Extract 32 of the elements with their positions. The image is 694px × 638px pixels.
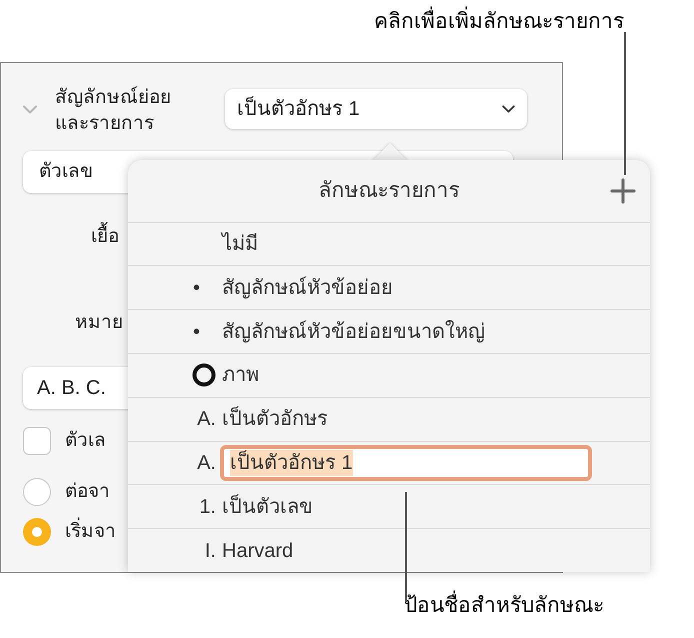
list-style-item[interactable]: สัญลักษณ์หัวข้อย่อยขนาดใหญ่	[222, 316, 485, 347]
list-style-item[interactable]: เป็นตัวอักษร	[222, 404, 328, 434]
section-label: สัญลักษณ์ย่อย และรายการ	[55, 85, 171, 136]
style-dropdown[interactable]: เป็นตัวอักษร 1	[225, 89, 527, 129]
style-name-input[interactable]: เป็นตัวอักษร 1	[220, 444, 592, 481]
ring-icon	[192, 363, 216, 388]
list-marker: 1.	[199, 494, 216, 520]
list-style-item[interactable]: ไม่มี	[222, 229, 258, 260]
list-style-item[interactable]: สัญลักษณ์หัวข้อย่อย	[222, 272, 393, 303]
plus-icon	[610, 178, 636, 204]
radio-button[interactable]	[23, 478, 51, 506]
list-marker: •	[192, 320, 200, 345]
radio-button[interactable]	[23, 518, 51, 546]
list-marker: A.	[197, 450, 216, 476]
list-marker: A.	[197, 407, 216, 432]
radio-label: เริ่มจา	[65, 518, 116, 546]
indent-label: เยื้อ	[91, 222, 119, 252]
chevron-icon	[502, 105, 515, 113]
callout-text: คลิกเพื่อเพิ่มลักษณะรายการ	[374, 6, 624, 38]
selected-text: เป็นตัวอักษร 1	[230, 450, 353, 476]
radio-label: ต่อจา	[65, 480, 110, 504]
list-style-item[interactable]: Harvard	[222, 536, 294, 566]
popover-title: ลักษณะรายการ	[318, 178, 460, 204]
list-marker: I.	[204, 538, 216, 564]
list-marker: •	[192, 276, 200, 301]
list-style-item[interactable]: ภาพ	[222, 360, 259, 390]
add-button[interactable]	[610, 178, 636, 204]
list-style-item[interactable]: เป็นตัวเลข	[222, 492, 313, 522]
checkbox[interactable]	[23, 427, 51, 456]
marker-label: หมาย	[75, 310, 123, 335]
checkbox-label: ตัวเล	[65, 429, 106, 453]
callout-text: ป้อนชื่อสำหรับลักษณะ	[404, 590, 604, 622]
